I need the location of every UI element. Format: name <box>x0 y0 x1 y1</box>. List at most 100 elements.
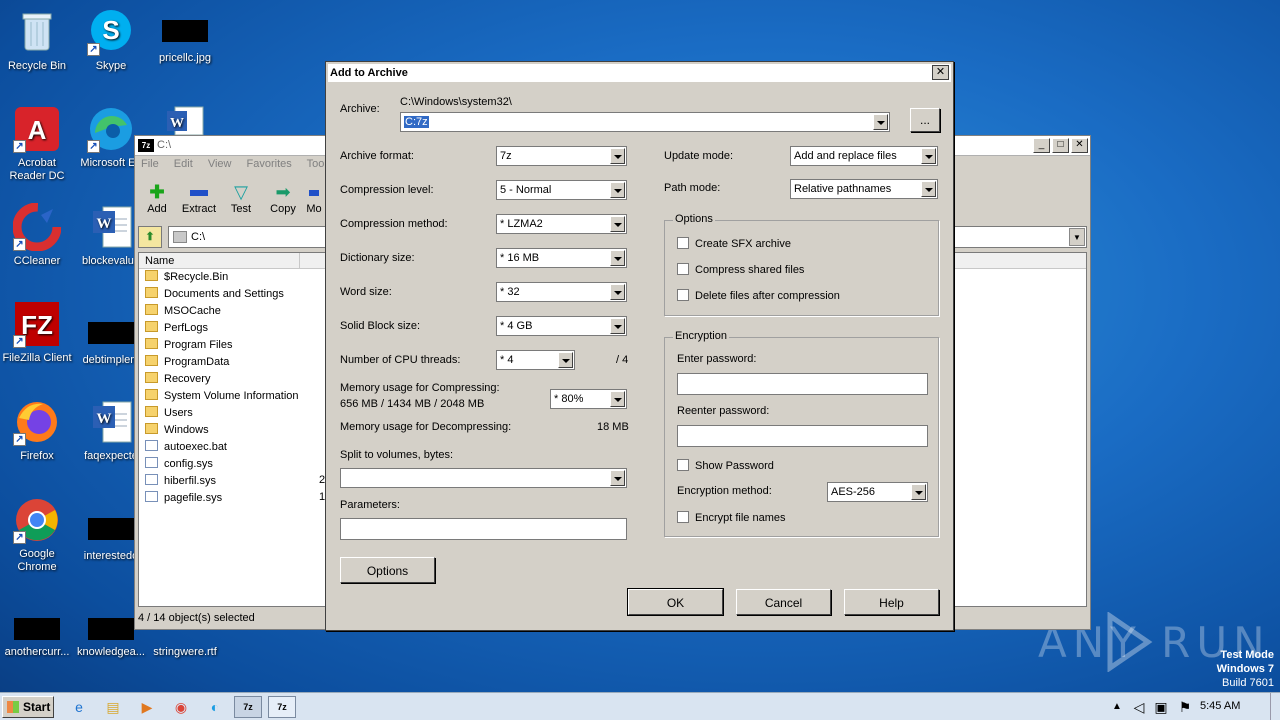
address-dropdown-arrow[interactable]: ▼ <box>1069 228 1085 246</box>
menu-view[interactable]: View <box>208 158 232 170</box>
file-icon <box>145 474 158 485</box>
password-input[interactable] <box>677 373 928 395</box>
help-button[interactable]: Help <box>844 589 939 615</box>
reenter-password-input[interactable] <box>677 425 928 447</box>
media-player-icon[interactable]: ▶ <box>136 697 158 717</box>
ok-button[interactable]: OK <box>627 588 724 616</box>
ccleaner-icon: ↗ <box>12 202 62 252</box>
ie-icon[interactable]: e <box>68 697 90 717</box>
dictionary-size-label: Dictionary size: <box>340 252 415 264</box>
create-sfx-checkbox[interactable]: Create SFX archive <box>677 237 791 250</box>
chevron-down-icon[interactable] <box>610 250 625 266</box>
options-group: Options Create SFX archive Compress shar… <box>664 213 939 316</box>
menu-edit[interactable]: Edit <box>174 158 193 170</box>
chevron-down-icon[interactable] <box>921 181 936 197</box>
update-mode-select[interactable]: Add and replace files <box>790 146 938 166</box>
chevron-down-icon[interactable] <box>610 216 625 232</box>
compression-level-select[interactable]: 5 - Normal <box>496 180 627 200</box>
folder-icon <box>145 355 158 366</box>
delete-after-checkbox[interactable]: Delete files after compression <box>677 289 840 302</box>
show-desktop-button[interactable] <box>1270 693 1280 720</box>
word-doc-icon: W <box>161 105 209 136</box>
folder-icon <box>145 287 158 298</box>
toolbar-extract-button[interactable]: Extract <box>177 181 221 215</box>
desktop-icon-filezilla[interactable]: FZ ↗ FileZilla Client <box>0 300 74 365</box>
desktop-icon-ccleaner[interactable]: ↗ CCleaner <box>0 202 74 268</box>
chevron-down-icon[interactable] <box>873 114 888 130</box>
taskbar-app-7zip-dialog[interactable]: 7z <box>268 696 296 718</box>
split-volumes-combo[interactable] <box>340 468 627 488</box>
menu-favorites[interactable]: Favorites <box>247 158 292 170</box>
chrome-taskbar-icon[interactable]: ◉ <box>170 697 192 717</box>
action-center-flag-icon[interactable]: ⚑ <box>1174 697 1196 717</box>
explorer-icon[interactable]: ▤ <box>102 697 124 717</box>
encryption-method-select[interactable]: AES-256 <box>827 482 928 502</box>
desktop-icon-skype[interactable]: S ↗ Skype <box>74 8 148 73</box>
desktop-icon-word-doc-top[interactable]: W <box>148 105 222 139</box>
word-size-select[interactable]: * 32 <box>496 282 627 302</box>
desktop-icon-firefox[interactable]: ↗ Firefox <box>0 398 74 463</box>
solid-block-select[interactable]: * 4 GB <box>496 316 627 336</box>
archive-format-select[interactable]: 7z <box>496 146 627 166</box>
maximize-button[interactable]: □ <box>1052 138 1069 153</box>
up-folder-button[interactable]: ⬆ <box>138 226 162 248</box>
chevron-down-icon[interactable] <box>610 284 625 300</box>
shortcut-arrow-icon: ↗ <box>13 335 26 348</box>
desktop-icon-chrome[interactable]: ↗ Google Chrome <box>0 496 74 574</box>
network-icon[interactable]: ▣ <box>1150 697 1172 717</box>
cpu-threads-select[interactable]: * 4 <box>496 350 575 370</box>
chevron-down-icon[interactable] <box>610 182 625 198</box>
shortcut-arrow-icon: ↗ <box>87 43 100 56</box>
word-doc-icon: W <box>87 203 135 251</box>
check-icon: ▽ <box>234 182 248 202</box>
toolbar-test-button[interactable]: ▽ Test <box>219 181 263 215</box>
archive-format-label: Archive format: <box>340 150 414 162</box>
archive-name-combo[interactable]: C:7z <box>400 112 890 132</box>
chevron-down-icon[interactable] <box>610 318 625 334</box>
toolbar-add-button[interactable]: ✚ Add <box>135 181 179 215</box>
desktop-icon-recycle-bin[interactable]: Recycle Bin <box>0 8 74 73</box>
show-hidden-icons-icon[interactable]: ▲ <box>1106 697 1128 717</box>
recycle-bin-icon <box>13 8 61 56</box>
path-mode-select[interactable]: Relative pathnames <box>790 179 938 199</box>
encrypt-names-checkbox[interactable]: Encrypt file names <box>677 511 785 524</box>
folder-icon <box>145 338 158 349</box>
desktop-icon-acrobat[interactable]: A ↗ Acrobat Reader DC <box>0 105 74 183</box>
taskbar-app-7zip-fm[interactable]: 7z <box>234 696 262 718</box>
cpu-threads-label: Number of CPU threads: <box>340 354 461 366</box>
mem-compress-pct-select[interactable]: * 80% <box>550 389 627 409</box>
compression-method-select[interactable]: * LZMA2 <box>496 214 627 234</box>
chevron-down-icon[interactable] <box>610 391 625 407</box>
browse-button[interactable]: ... <box>910 108 940 132</box>
options-button[interactable]: Options <box>340 557 435 583</box>
chevron-down-icon[interactable] <box>610 470 625 486</box>
dictionary-size-select[interactable]: * 16 MB <box>496 248 627 268</box>
show-password-checkbox[interactable]: Show Password <box>677 459 774 472</box>
menu-file[interactable]: File <box>141 158 159 170</box>
desktop-icon-pricellc[interactable]: pricellc.jpg <box>148 8 222 65</box>
dialog-close-button[interactable]: ✕ <box>932 65 949 80</box>
svg-text:A: A <box>28 115 47 145</box>
chevron-down-icon[interactable] <box>911 484 926 500</box>
volume-icon[interactable]: ◁ <box>1128 697 1150 717</box>
word-doc-icon: W <box>87 398 135 446</box>
edge-taskbar-icon[interactable]: ◐ <box>204 697 226 717</box>
chevron-down-icon[interactable] <box>610 148 625 164</box>
close-button[interactable]: ✕ <box>1071 138 1088 153</box>
dialog-title: Add to Archive <box>330 67 408 79</box>
cpu-threads-max: / 4 <box>616 354 629 366</box>
cancel-button[interactable]: Cancel <box>736 589 831 615</box>
clock[interactable]: 5:45 AM <box>1200 700 1240 712</box>
folder-icon <box>145 321 158 332</box>
folder-icon <box>145 406 158 417</box>
compress-shared-checkbox[interactable]: Compress shared files <box>677 263 804 276</box>
chevron-down-icon[interactable] <box>558 352 573 368</box>
svg-text:W: W <box>97 411 112 427</box>
desktop-icon-anothercurr[interactable]: anothercurr... <box>0 608 74 659</box>
chevron-down-icon[interactable] <box>921 148 936 164</box>
dialog-titlebar[interactable]: Add to Archive ✕ <box>328 64 951 82</box>
parameters-input[interactable] <box>340 518 627 540</box>
start-button[interactable]: Start <box>2 696 54 718</box>
svg-text:W: W <box>97 216 112 232</box>
minimize-button[interactable]: _ <box>1033 138 1050 153</box>
